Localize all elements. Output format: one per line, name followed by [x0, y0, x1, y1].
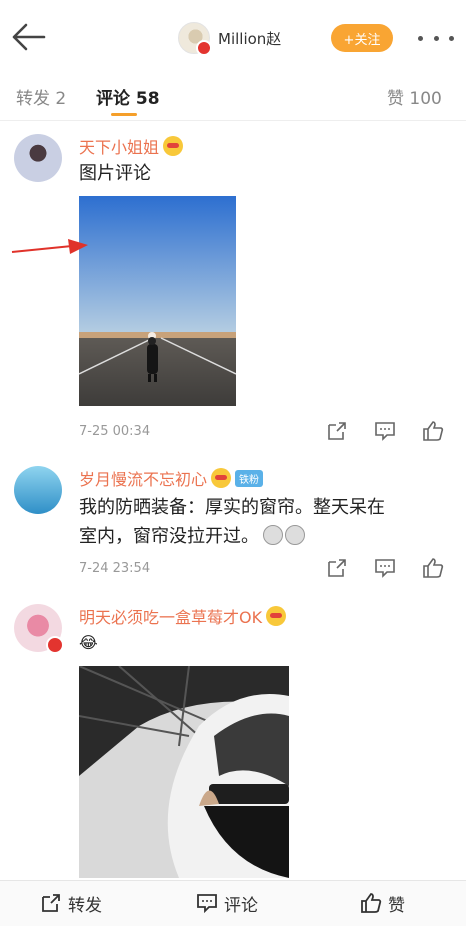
- rabbit-emoji-icon: [285, 525, 305, 545]
- annotation-arrow-icon: [11, 239, 88, 254]
- comment-icon: [197, 894, 217, 914]
- repost-icon: [42, 894, 60, 912]
- vip-badge-icon: [46, 636, 64, 654]
- verified-icon: [196, 40, 212, 56]
- comment-photo[interactable]: [79, 196, 236, 406]
- heart-eyes-emoji-icon: [163, 136, 184, 156]
- top-bar: Million赵 +关注: [0, 0, 466, 72]
- comment-timestamp: 7-25 00:34: [79, 424, 151, 439]
- share-icon[interactable]: [326, 557, 348, 579]
- comment-timestamp: 7-24 23:54: [79, 561, 151, 576]
- rabbit-emoji-icon: [263, 525, 283, 545]
- tab-likes[interactable]: 赞 100: [387, 84, 442, 109]
- commenter-avatar[interactable]: [14, 466, 62, 514]
- commenter-name[interactable]: 岁月慢流不忘初心 铁粉: [79, 466, 264, 490]
- commenter-avatar[interactable]: [14, 604, 64, 654]
- comment-actions: [326, 557, 446, 581]
- commenter-name[interactable]: 天下小姐姐: [79, 134, 184, 158]
- author-avatar[interactable]: [178, 22, 212, 56]
- thumbs-up-icon: [361, 893, 382, 913]
- author-name[interactable]: Million赵: [218, 28, 281, 49]
- more-options-icon[interactable]: [418, 24, 454, 52]
- active-tab-indicator: [111, 113, 137, 116]
- like-button[interactable]: 赞: [360, 889, 405, 917]
- share-icon[interactable]: [326, 420, 348, 442]
- comment-photo[interactable]: [79, 666, 289, 878]
- back-arrow-icon[interactable]: [8, 20, 48, 54]
- reply-icon[interactable]: [374, 420, 396, 442]
- comment-text: 😂: [79, 633, 98, 652]
- reply-icon[interactable]: [374, 557, 396, 579]
- like-icon[interactable]: [422, 557, 444, 579]
- road-photo: [79, 196, 236, 406]
- tab-bar: 转发 2 评论 58 赞 100: [0, 72, 466, 121]
- comment-actions: [326, 420, 446, 444]
- umbrella-selfie-photo: [79, 666, 289, 878]
- like-icon[interactable]: [422, 420, 444, 442]
- fan-badge: 铁粉: [235, 469, 264, 487]
- tab-comments[interactable]: 评论 58: [96, 84, 160, 109]
- post-author[interactable]: Million赵: [178, 20, 281, 56]
- comment-button[interactable]: 评论: [196, 889, 258, 917]
- heart-eyes-emoji-icon: [211, 468, 232, 488]
- follow-button[interactable]: +关注: [331, 24, 393, 52]
- comment-text: 我的防晒装备：厚实的窗帘。整天呆在 室内，窗帘没拉开过。: [79, 497, 385, 547]
- tab-reposts[interactable]: 转发 2: [16, 84, 66, 109]
- commenter-name[interactable]: 明天必须吃一盒草莓才OK: [79, 604, 287, 628]
- bottom-action-bar: 转发 评论 赞: [0, 880, 466, 926]
- repost-button[interactable]: 转发: [40, 889, 102, 917]
- comment-text: 图片评论: [79, 163, 151, 184]
- heart-eyes-emoji-icon: [266, 606, 287, 626]
- commenter-avatar[interactable]: [14, 134, 62, 182]
